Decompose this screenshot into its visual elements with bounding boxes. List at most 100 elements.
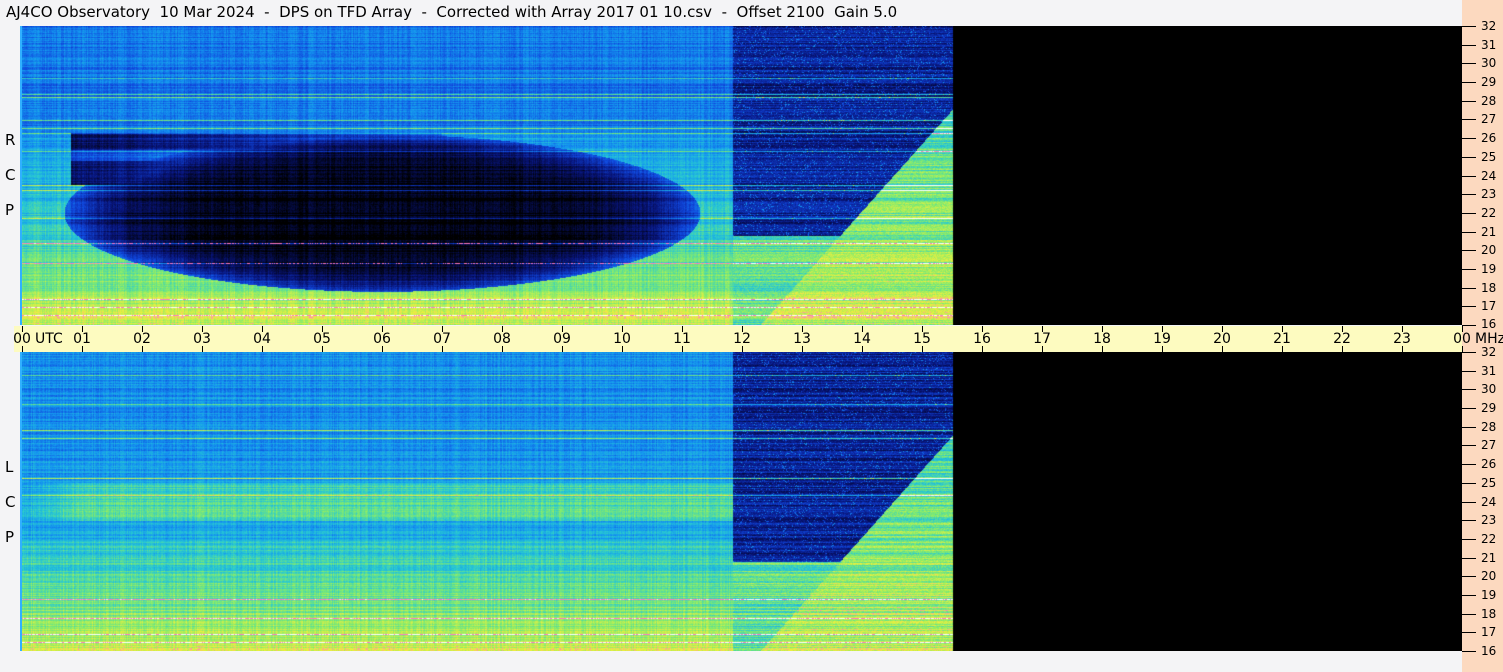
freq-tick <box>1462 594 1476 596</box>
hour-label: 16 <box>973 331 991 347</box>
freq-tick <box>1462 306 1476 308</box>
freq-label: 32 <box>1481 345 1497 359</box>
freq-tick <box>1462 482 1476 484</box>
freq-tick <box>1462 613 1476 615</box>
freq-tick <box>1462 651 1476 652</box>
freq-tick <box>1462 408 1476 410</box>
hour-label: 17 <box>1033 331 1051 347</box>
rcp-spectrogram <box>22 26 1462 325</box>
freq-tick <box>1462 520 1476 522</box>
freq-label: 21 <box>1481 224 1497 239</box>
hour-label: 11 <box>673 331 691 347</box>
hour-label: 06 <box>373 331 391 347</box>
hour-label: 04 <box>253 331 271 347</box>
freq-tick <box>1462 426 1476 428</box>
hour-label: 07 <box>433 331 451 347</box>
freq-tick <box>1462 250 1476 252</box>
freq-tick <box>1462 44 1476 46</box>
hour-label: 05 <box>313 331 331 347</box>
freq-tick <box>1462 212 1476 214</box>
freq-label: 27 <box>1481 438 1497 453</box>
freq-tick <box>1462 268 1476 270</box>
freq-tick <box>1462 501 1476 503</box>
freq-label: 19 <box>1481 587 1497 602</box>
freq-label: 31 <box>1481 37 1497 52</box>
polarization-letter: P <box>5 201 15 219</box>
lcp-spectrogram <box>22 352 1462 651</box>
freq-label: 20 <box>1481 569 1497 584</box>
freq-label: 16 <box>1481 317 1497 331</box>
hour-label: 01 <box>73 331 91 347</box>
hour-label: 00 <box>13 331 31 347</box>
hour-label: 18 <box>1093 331 1111 347</box>
chart-title: AJ4CO Observatory 10 Mar 2024 - DPS on T… <box>6 3 898 21</box>
freq-label: 24 <box>1481 168 1497 183</box>
spectrogram-window: AJ4CO Observatory 10 Mar 2024 - DPS on T… <box>0 0 1503 672</box>
freq-label: 25 <box>1481 475 1497 490</box>
hour-label: 12 <box>733 331 751 347</box>
hour-label: 23 <box>1393 331 1411 347</box>
hour-label: 21 <box>1273 331 1291 347</box>
freq-label: 29 <box>1481 75 1497 90</box>
freq-tick <box>1462 632 1476 634</box>
freq-label: 23 <box>1481 187 1497 202</box>
freq-tick <box>1462 325 1476 326</box>
freq-label: 23 <box>1481 513 1497 528</box>
hour-label: 03 <box>193 331 211 347</box>
freq-label: 20 <box>1481 243 1497 258</box>
freq-label: 26 <box>1481 457 1497 472</box>
freq-label: 18 <box>1481 280 1497 295</box>
freq-label: 16 <box>1481 644 1497 658</box>
hour-label: 20 <box>1213 331 1231 347</box>
freq-label: 30 <box>1481 382 1497 397</box>
hour-label: 02 <box>133 331 151 347</box>
freq-label: 21 <box>1481 550 1497 565</box>
freq-label: 30 <box>1481 56 1497 71</box>
freq-label: 27 <box>1481 112 1497 127</box>
freq-tick <box>1462 576 1476 578</box>
freq-label: 32 <box>1481 19 1497 33</box>
freq-tick <box>1462 538 1476 540</box>
freq-tick <box>1462 389 1476 391</box>
freq-label: 22 <box>1481 205 1497 220</box>
hour-label: 15 <box>913 331 931 347</box>
freq-label: 28 <box>1481 93 1497 108</box>
polarization-letter: L <box>5 458 14 476</box>
freq-label: 18 <box>1481 606 1497 621</box>
freq-label: 24 <box>1481 494 1497 509</box>
freq-tick <box>1462 352 1476 353</box>
hour-label: 13 <box>793 331 811 347</box>
freq-tick <box>1462 138 1476 140</box>
freq-label: 17 <box>1481 625 1497 640</box>
freq-tick <box>1462 557 1476 559</box>
freq-label: 26 <box>1481 131 1497 146</box>
freq-label: 28 <box>1481 419 1497 434</box>
freq-label: 31 <box>1481 363 1497 378</box>
freq-label: 19 <box>1481 261 1497 276</box>
freq-label: 22 <box>1481 531 1497 546</box>
freq-tick <box>1462 100 1476 102</box>
freq-tick <box>1462 82 1476 84</box>
polarization-letter: C <box>5 493 16 511</box>
hour-label: 14 <box>853 331 871 347</box>
freq-tick <box>1462 231 1476 233</box>
freq-label: 25 <box>1481 149 1497 164</box>
freq-tick <box>1462 445 1476 447</box>
polarization-letter: P <box>5 528 15 546</box>
freq-tick <box>1462 119 1476 121</box>
polarization-letter: R <box>5 131 16 149</box>
freq-label: 29 <box>1481 401 1497 416</box>
hour-label: 10 <box>613 331 631 347</box>
freq-tick <box>1462 287 1476 289</box>
freq-label: 17 <box>1481 299 1497 314</box>
hour-label: 19 <box>1153 331 1171 347</box>
hour-label: 08 <box>493 331 511 347</box>
hour-label: 09 <box>553 331 571 347</box>
freq-tick <box>1462 464 1476 466</box>
freq-tick <box>1462 63 1476 65</box>
freq-tick <box>1462 370 1476 372</box>
polarization-letter: C <box>5 166 16 184</box>
freq-tick <box>1462 156 1476 158</box>
hour-label: 22 <box>1333 331 1351 347</box>
utc-label: UTC <box>35 331 63 347</box>
